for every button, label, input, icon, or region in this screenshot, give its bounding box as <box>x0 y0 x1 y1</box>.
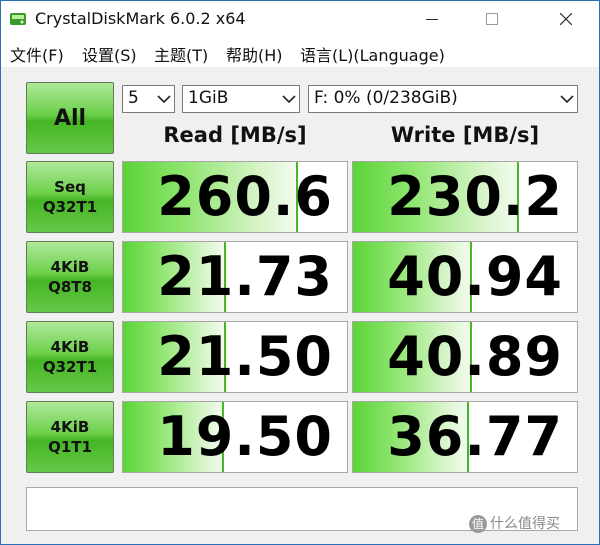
menu-bar: 文件(F) 设置(S) 主题(T) 帮助(H) 语言(L)(Language) <box>1 37 599 67</box>
close-icon <box>560 13 572 25</box>
write-value: 40.94 <box>387 245 563 308</box>
read-value: 21.50 <box>157 325 333 388</box>
write-value: 230.2 <box>387 165 563 228</box>
menu-theme[interactable]: 主题(T) <box>154 42 208 66</box>
seq-q32t1-write-cell: 230.2 <box>352 161 578 233</box>
chevron-down-icon <box>560 95 574 104</box>
watermark: 值什么值得买 <box>469 513 560 533</box>
watermark-text: 什么值得买 <box>490 516 560 532</box>
maximize-button[interactable] <box>469 1 515 37</box>
drive-select[interactable]: F: 0% (0/238GiB) <box>308 85 578 113</box>
write-column-header: Write [MB/s] <box>390 123 540 147</box>
4kib-q1t1-write-cell: 36.77 <box>352 401 578 473</box>
chevron-down-icon <box>282 95 296 104</box>
maximize-icon <box>486 13 498 25</box>
row-label-line1: 4KiB <box>50 418 90 436</box>
4kib-q32t1-write-cell: 40.89 <box>352 321 578 393</box>
drive-value: F: 0% (0/238GiB) <box>314 88 458 108</box>
minimize-button[interactable] <box>409 1 455 37</box>
window-title: CrystalDiskMark 6.0.2 x64 <box>35 9 246 28</box>
seq-q32t1-button[interactable]: Seq Q32T1 <box>26 161 114 233</box>
4kib-q8t8-write-cell: 40.94 <box>352 241 578 313</box>
close-button[interactable] <box>543 1 589 37</box>
4kib-q8t8-button[interactable]: 4KiB Q8T8 <box>26 241 114 313</box>
read-column-header: Read [MB/s] <box>163 123 307 147</box>
minimize-icon <box>426 19 438 20</box>
4kib-q32t1-button[interactable]: 4KiB Q32T1 <box>26 321 114 393</box>
all-button[interactable]: All <box>26 82 114 154</box>
menu-language[interactable]: 语言(L)(Language) <box>300 42 445 66</box>
test-size-value: 1GiB <box>188 88 229 108</box>
row-label-line2: Q32T1 <box>42 198 98 216</box>
test-count-value: 5 <box>128 88 139 108</box>
chevron-down-icon <box>157 95 171 104</box>
row-label-line2: Q8T8 <box>48 278 92 296</box>
4kib-q1t1-read-cell: 19.50 <box>122 401 348 473</box>
read-value: 260.6 <box>157 165 333 228</box>
seq-q32t1-read-cell: 260.6 <box>122 161 348 233</box>
read-value: 21.73 <box>157 245 333 308</box>
4kib-q8t8-read-cell: 21.73 <box>122 241 348 313</box>
read-value: 19.50 <box>157 405 333 468</box>
4kib-q32t1-read-cell: 21.50 <box>122 321 348 393</box>
test-count-select[interactable]: 5 <box>122 85 175 113</box>
menu-settings[interactable]: 设置(S) <box>82 42 137 66</box>
row-label-line1: 4KiB <box>50 338 90 356</box>
app-window: CrystalDiskMark 6.0.2 x64 文件(F) 设置(S) 主题… <box>0 0 600 545</box>
4kib-q1t1-button[interactable]: 4KiB Q1T1 <box>26 401 114 473</box>
menu-help[interactable]: 帮助(H) <box>226 42 283 66</box>
row-label-line2: Q1T1 <box>48 438 92 456</box>
write-value: 40.89 <box>387 325 563 388</box>
write-value: 36.77 <box>387 405 563 468</box>
row-label-line1: 4KiB <box>50 258 90 276</box>
row-label-line2: Q32T1 <box>42 358 98 376</box>
crystaldiskmark-disk-icon <box>10 13 26 25</box>
menu-file[interactable]: 文件(F) <box>10 42 64 66</box>
smzdm-logo-icon: 值 <box>469 515 487 533</box>
row-label-line1: Seq <box>54 178 86 196</box>
test-size-select[interactable]: 1GiB <box>182 85 300 113</box>
title-bar[interactable]: CrystalDiskMark 6.0.2 x64 <box>1 1 599 37</box>
